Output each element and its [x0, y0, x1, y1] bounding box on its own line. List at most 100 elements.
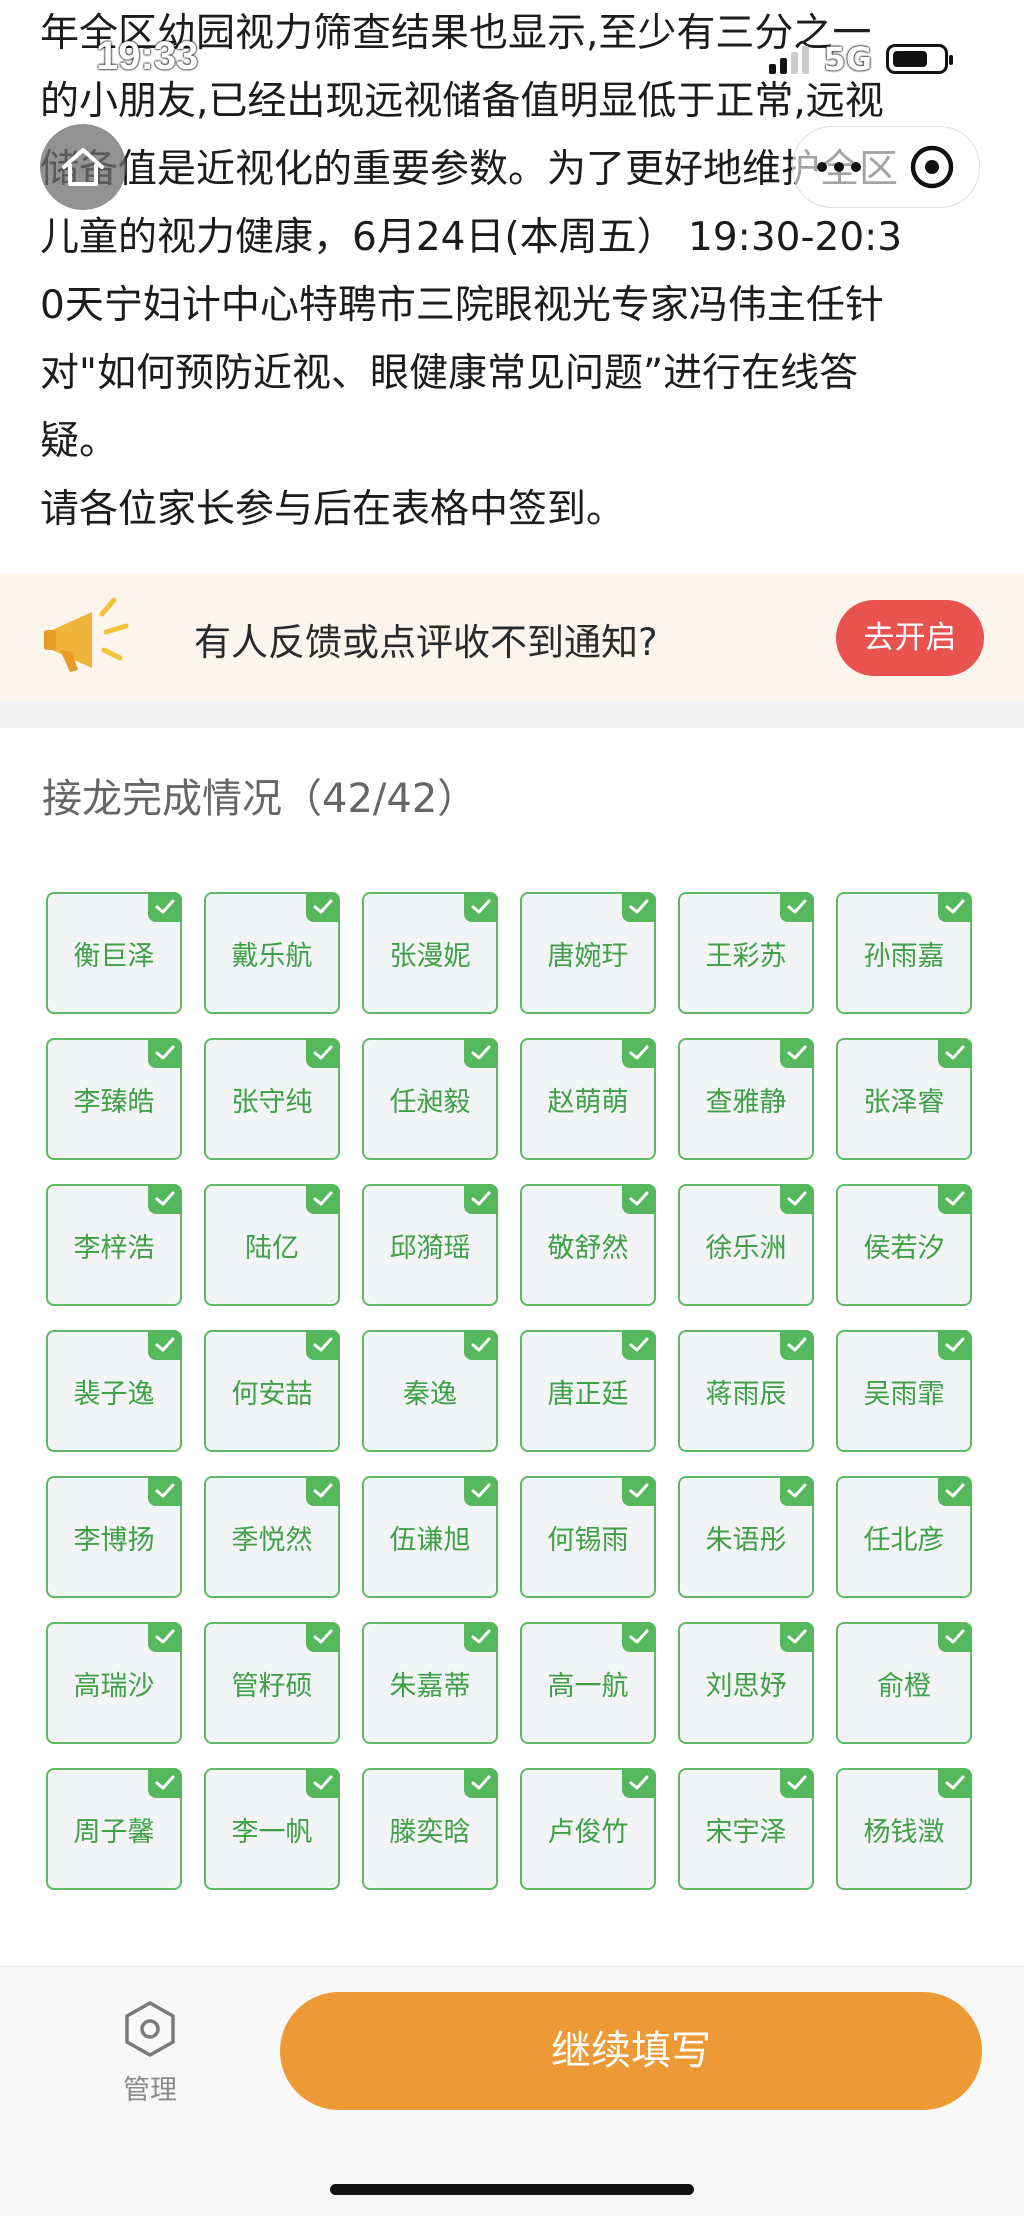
- checkmark-icon: [622, 1768, 656, 1798]
- roster-chip[interactable]: 徐乐洲: [678, 1184, 814, 1306]
- roster-chip[interactable]: 侯若汐: [836, 1184, 972, 1306]
- notification-banner: 有人反馈或点评收不到通知? 去开启: [0, 574, 1024, 702]
- roster-name: 周子馨: [73, 1816, 155, 1848]
- roster-name: 李臻皓: [73, 1086, 155, 1118]
- checkmark-icon: [306, 1330, 340, 1360]
- roster-chip[interactable]: 敬舒然: [520, 1184, 656, 1306]
- roster-chip[interactable]: 季悦然: [204, 1476, 340, 1598]
- roster-name: 敬舒然: [547, 1232, 629, 1264]
- close-target-icon[interactable]: [908, 143, 956, 191]
- roster-chip[interactable]: 秦逸: [362, 1330, 498, 1452]
- checkmark-icon: [464, 892, 498, 922]
- roster-chip[interactable]: 衡巨泽: [46, 892, 182, 1014]
- roster-chip[interactable]: 俞橙: [836, 1622, 972, 1744]
- status-time: 19:33: [96, 34, 199, 78]
- roster-name: 何锡雨: [547, 1524, 629, 1556]
- roster-chip[interactable]: 滕奕晗: [362, 1768, 498, 1890]
- roster-chip[interactable]: 何锡雨: [520, 1476, 656, 1598]
- miniprogram-capsule: [792, 126, 980, 208]
- checkmark-icon: [780, 1330, 814, 1360]
- checkmark-icon: [622, 892, 656, 922]
- roster-chip[interactable]: 孙雨嘉: [836, 892, 972, 1014]
- roster-name: 高一航: [547, 1670, 629, 1702]
- home-indicator: [330, 2184, 694, 2195]
- roster-chip[interactable]: 管籽硕: [204, 1622, 340, 1744]
- continue-fill-button[interactable]: 继续填写: [280, 1992, 982, 2110]
- roster-chip[interactable]: 李梓浩: [46, 1184, 182, 1306]
- roster-chip[interactable]: 赵萌萌: [520, 1038, 656, 1160]
- roster-chip[interactable]: 裴子逸: [46, 1330, 182, 1452]
- checkmark-icon: [464, 1622, 498, 1652]
- checkmark-icon: [938, 1184, 972, 1214]
- roster-name: 徐乐洲: [705, 1232, 787, 1264]
- roster-chip[interactable]: 唐正廷: [520, 1330, 656, 1452]
- signal-icon: [769, 44, 810, 74]
- roster-name: 衡巨泽: [73, 940, 155, 972]
- roster-chip[interactable]: 朱嘉蒂: [362, 1622, 498, 1744]
- checkmark-icon: [148, 1622, 182, 1652]
- checkmark-icon: [938, 1476, 972, 1506]
- roster-name: 管籽硕: [231, 1670, 313, 1702]
- roster-chip[interactable]: 任北彦: [836, 1476, 972, 1598]
- roster-chip[interactable]: 宋宇泽: [678, 1768, 814, 1890]
- roster-chip[interactable]: 李博扬: [46, 1476, 182, 1598]
- roster-chip[interactable]: 唐婉玗: [520, 892, 656, 1014]
- roster-name: 杨钱澂: [863, 1816, 945, 1848]
- roster-name: 任北彦: [863, 1524, 945, 1556]
- checkmark-icon: [148, 1768, 182, 1798]
- more-icon[interactable]: [816, 162, 861, 172]
- roster-chip[interactable]: 张漫妮: [362, 892, 498, 1014]
- checkmark-icon: [148, 892, 182, 922]
- roster-chip[interactable]: 戴乐航: [204, 892, 340, 1014]
- checkmark-icon: [464, 1330, 498, 1360]
- roster-name: 邱漪瑶: [389, 1232, 471, 1264]
- checkmark-icon: [148, 1476, 182, 1506]
- checkmark-icon: [306, 1476, 340, 1506]
- checkmark-icon: [780, 1038, 814, 1068]
- roster-chip[interactable]: 吴雨霏: [836, 1330, 972, 1452]
- roster-chip[interactable]: 李臻皓: [46, 1038, 182, 1160]
- banner-text: 有人反馈或点评收不到通知?: [194, 621, 658, 664]
- roster-chip[interactable]: 杨钱澂: [836, 1768, 972, 1890]
- roster-chip[interactable]: 陆亿: [204, 1184, 340, 1306]
- roster-chip[interactable]: 刘思妤: [678, 1622, 814, 1744]
- roster-chip[interactable]: 查雅静: [678, 1038, 814, 1160]
- roster-chip[interactable]: 卢俊竹: [520, 1768, 656, 1890]
- checkmark-icon: [622, 1038, 656, 1068]
- roster-name: 宋宇泽: [705, 1816, 787, 1848]
- roster-chip[interactable]: 何安喆: [204, 1330, 340, 1452]
- checkmark-icon: [306, 1184, 340, 1214]
- roster-chip[interactable]: 张守纯: [204, 1038, 340, 1160]
- roster-grid: 衡巨泽 戴乐航 张漫妮 唐婉玗 王彩苏 孙雨嘉李臻皓 张守纯 任昶毅 赵萌萌 查雅静 张泽睿李梓浩 陆…: [46, 892, 976, 1890]
- roster-name: 王彩苏: [705, 940, 787, 972]
- roster-name: 唐婉玗: [547, 940, 629, 972]
- roster-chip[interactable]: 李一帆: [204, 1768, 340, 1890]
- roster-name: 任昶毅: [389, 1086, 471, 1118]
- checkmark-icon: [780, 1622, 814, 1652]
- roster-chip[interactable]: 王彩苏: [678, 892, 814, 1014]
- roster-chip[interactable]: 张泽睿: [836, 1038, 972, 1160]
- roster-chip[interactable]: 蒋雨辰: [678, 1330, 814, 1452]
- roster-name: 李一帆: [231, 1816, 313, 1848]
- roster-name: 伍谦旭: [389, 1524, 471, 1556]
- checkmark-icon: [464, 1184, 498, 1214]
- roster-chip[interactable]: 高瑞沙: [46, 1622, 182, 1744]
- network-label: 5G: [823, 40, 872, 78]
- roster-name: 张漫妮: [389, 940, 471, 972]
- article-line: 0天宁妇计中心特聘市三院眼视光专家冯伟主任针: [40, 283, 884, 328]
- roster-chip[interactable]: 朱语彤: [678, 1476, 814, 1598]
- roster-chip[interactable]: 邱漪瑶: [362, 1184, 498, 1306]
- section-divider: [0, 702, 1024, 728]
- roster-chip[interactable]: 任昶毅: [362, 1038, 498, 1160]
- roster-chip[interactable]: 周子馨: [46, 1768, 182, 1890]
- article-line: 儿童的视力健康，6月24日(本周五） 19:30-20:3: [40, 215, 903, 260]
- roster-name: 吴雨霏: [863, 1378, 945, 1410]
- roster-chip[interactable]: 伍谦旭: [362, 1476, 498, 1598]
- checkmark-icon: [306, 1622, 340, 1652]
- enable-notification-button[interactable]: 去开启: [836, 600, 984, 676]
- roster-name: 张泽睿: [863, 1086, 945, 1118]
- manage-button[interactable]: 管理: [112, 2000, 188, 2107]
- roster-chip[interactable]: 高一航: [520, 1622, 656, 1744]
- roster-name: 刘思妤: [705, 1670, 787, 1702]
- home-button[interactable]: [40, 124, 126, 210]
